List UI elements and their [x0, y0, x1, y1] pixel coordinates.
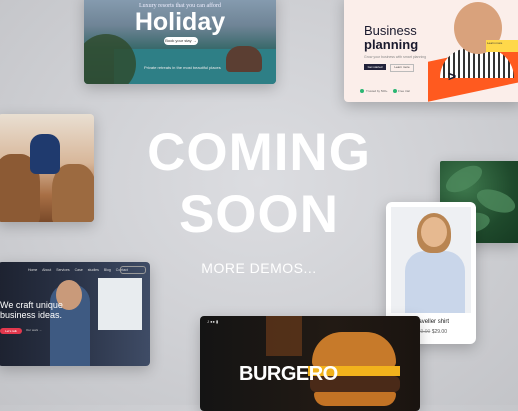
burgero-logo[interactable]: J ●● ▮ [207, 319, 218, 324]
business-title-line2: planning [364, 37, 419, 52]
business-secondary-button[interactable]: Learn more [390, 64, 414, 72]
business-title-line1: Business [364, 23, 417, 38]
business-planning-demo-card[interactable]: Learn more > Business planning Grow your… [344, 0, 518, 102]
soon-heading: SOON [178, 185, 340, 244]
sticky-note: Learn more [486, 40, 518, 52]
palm-image [84, 34, 136, 84]
check-dot-icon [360, 89, 364, 93]
business-primary-button[interactable]: Get started [364, 64, 386, 70]
burgero-demo-card[interactable]: J ●● ▮ BURGERO [200, 316, 420, 411]
product-current-price: $29.00 [431, 329, 447, 335]
burger-bottom-image [314, 392, 396, 406]
holiday-book-button[interactable]: Book your stay → [164, 37, 198, 45]
business-subtitle: Grow your business with smart planning [364, 55, 427, 59]
agency-headline-line2: business ideas. [0, 310, 63, 320]
holiday-demo-card[interactable]: Luxury resorts that you can afford Holid… [84, 0, 276, 84]
agency-cta-button[interactable]: Let's talk [0, 328, 22, 334]
whiteboard-image [98, 278, 142, 330]
business-feature-1: Trusted by 500+ [366, 89, 388, 93]
check-dot-icon [393, 89, 397, 93]
holiday-title: Holiday [134, 8, 226, 36]
more-demos-label: MORE DEMOS... [201, 260, 317, 276]
coming-heading: COMING [147, 123, 371, 182]
woman-image [226, 46, 262, 72]
agency-secondary-link[interactable]: Our work → [26, 328, 42, 332]
agency-demo-card[interactable]: Home About Services Case studies Blog Co… [0, 262, 150, 366]
business-feature-2: Free trial [398, 89, 410, 93]
arrow-icon: > [448, 68, 457, 84]
holiday-caption: Private retreats in the most beautiful p… [144, 65, 221, 70]
agency-headline-line1: We craft unique [0, 300, 63, 310]
burgero-title: BURGERO [239, 363, 338, 385]
drink-image [266, 316, 302, 356]
